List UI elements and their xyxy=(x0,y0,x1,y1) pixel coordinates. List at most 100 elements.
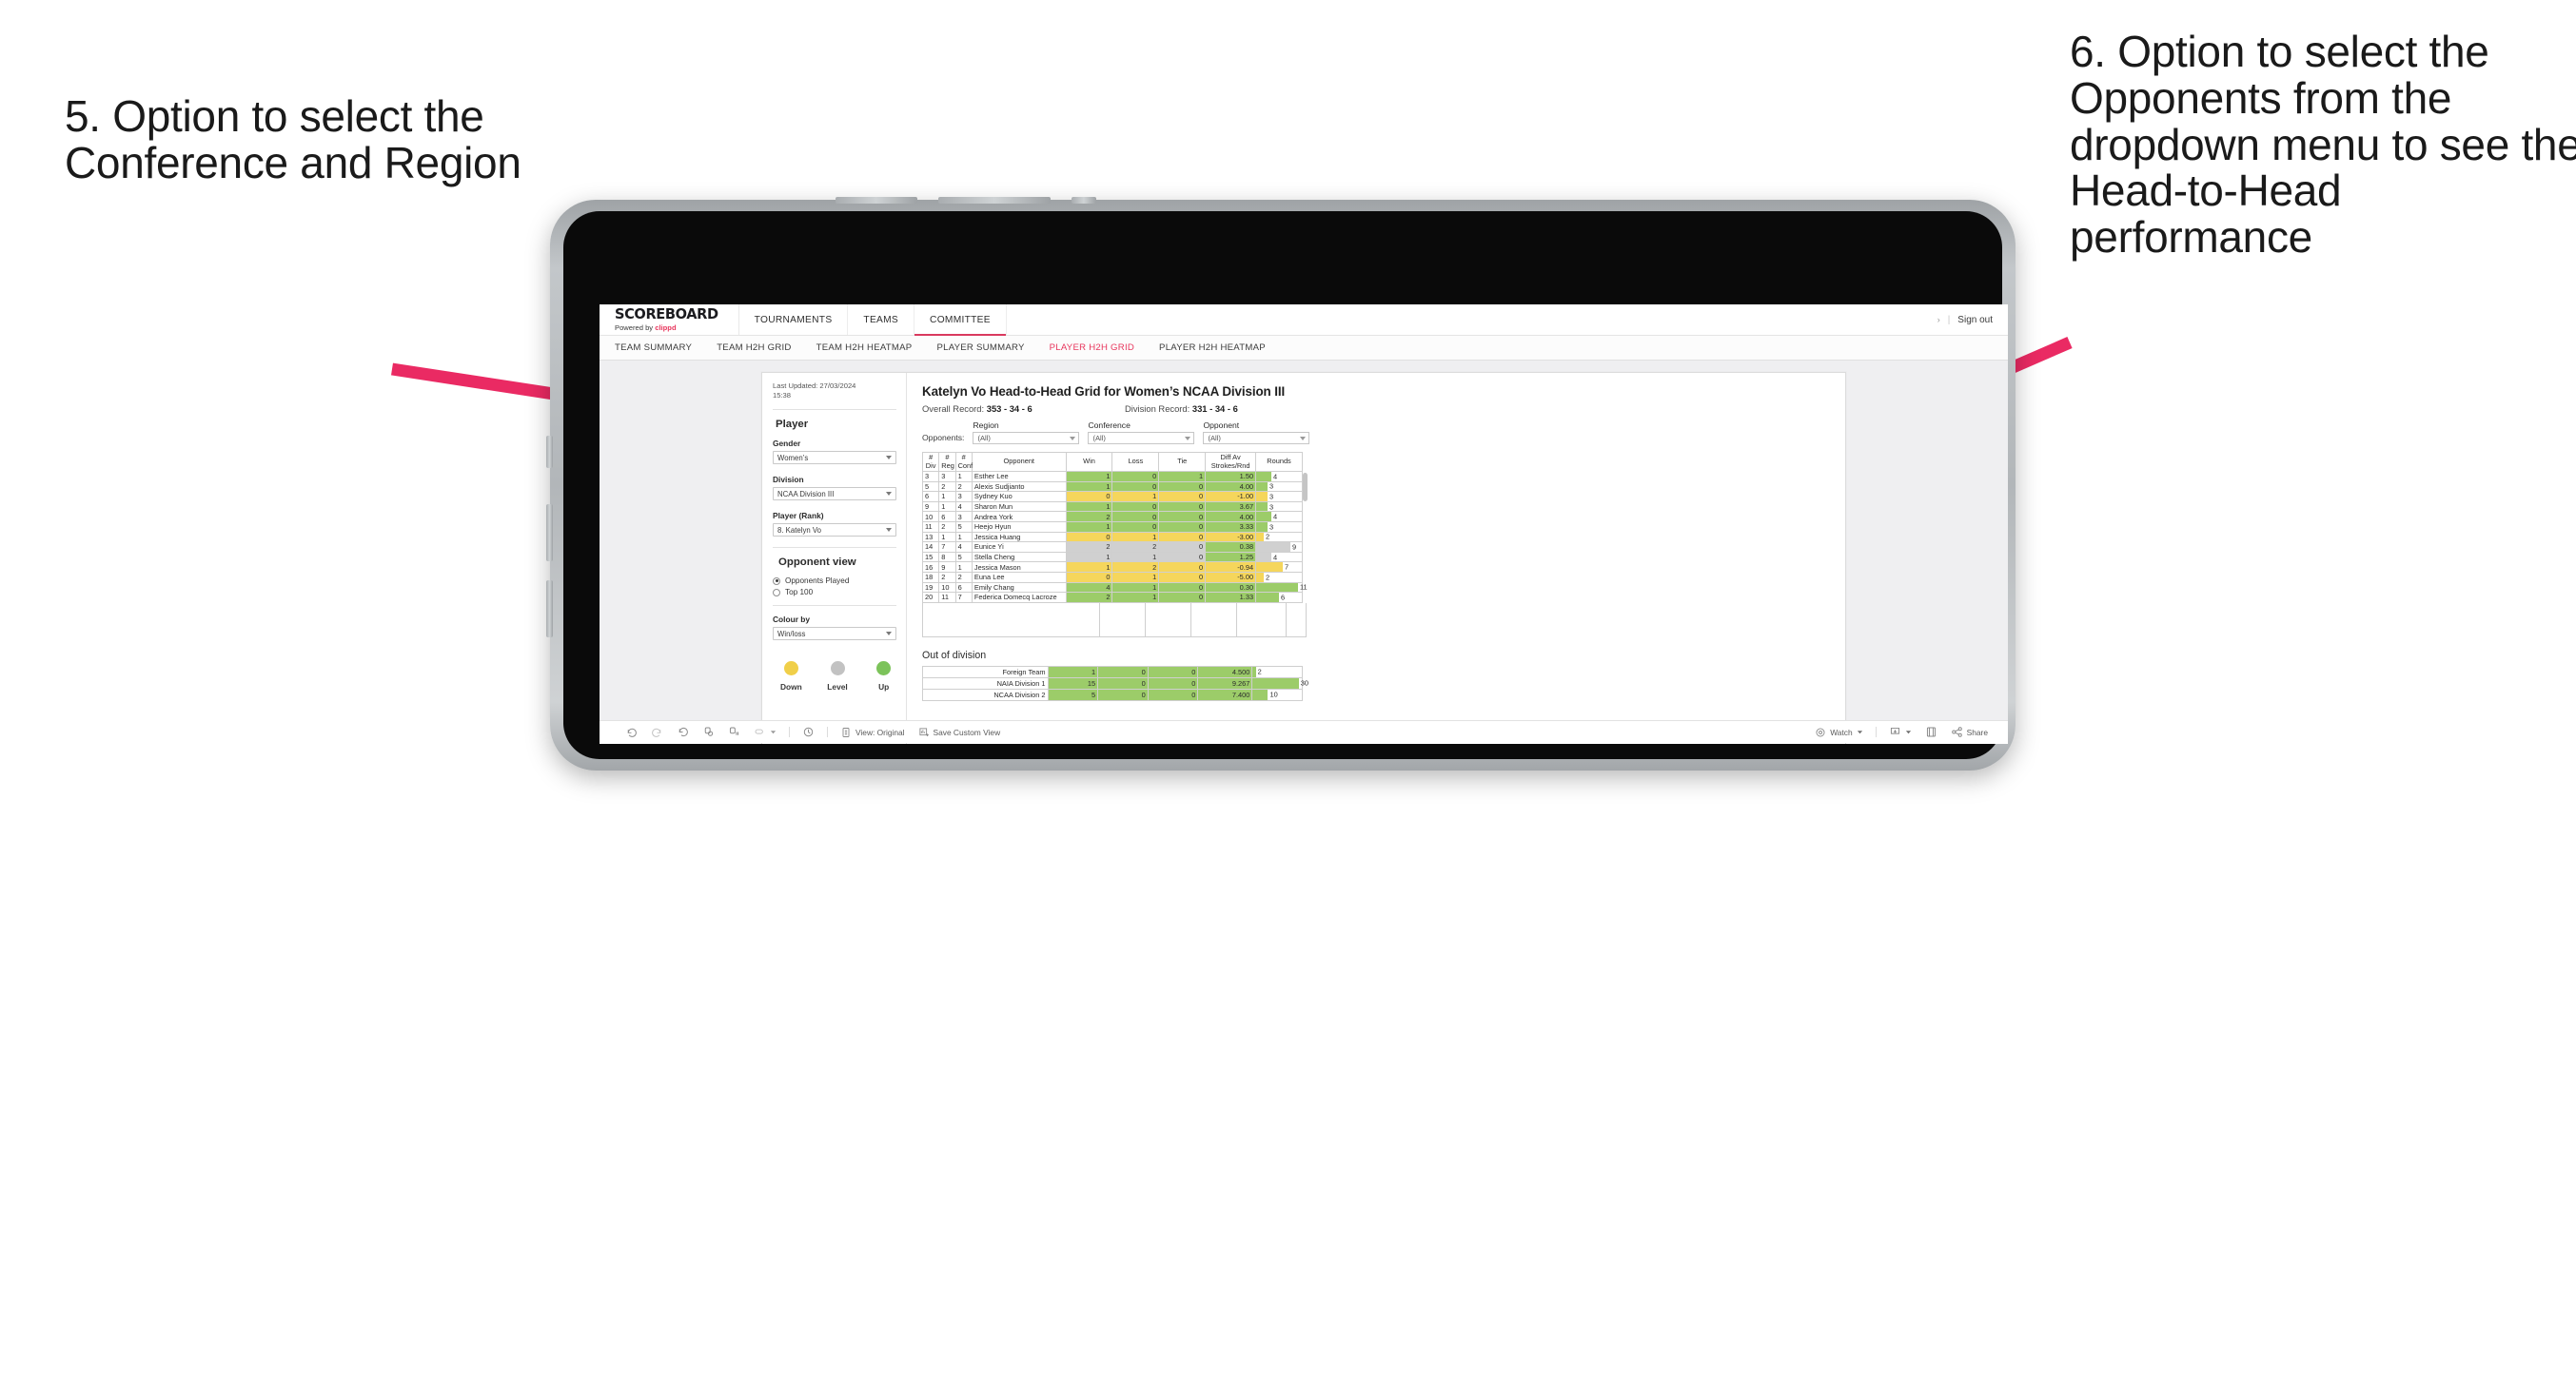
table-row[interactable]: 6 1 3 Sydney Kuo 0 1 0 -1.00 3 xyxy=(921,491,1303,502)
region-select[interactable]: (All) xyxy=(973,432,1080,444)
revert-button[interactable] xyxy=(670,726,696,738)
scoreboard-app-viewport: SCOREBOARD Powered by clippd TOURNAMENTS… xyxy=(600,304,2008,744)
rounds-bar xyxy=(1252,677,1299,689)
cell-tie: 0 xyxy=(1147,665,1199,678)
cell-diff-av-strokes: 1.33 xyxy=(1205,592,1257,603)
column-header-conf[interactable]: # Conf xyxy=(954,452,973,472)
device-button-top-1 xyxy=(836,197,917,204)
brand-powered-prefix: Powered by xyxy=(615,323,656,333)
sign-out-label[interactable]: Sign out xyxy=(1957,315,1993,325)
table-row[interactable]: 16 9 1 Jessica Mason 1 2 0 -0.94 7 xyxy=(921,561,1303,573)
cell-loss: 1 xyxy=(1111,551,1160,563)
watch-button[interactable]: Watch xyxy=(1808,727,1869,738)
table-row[interactable]: 15 8 5 Stella Cheng 1 1 0 1.25 4 xyxy=(921,551,1303,563)
column-header-reg[interactable]: # Reg xyxy=(938,452,956,472)
colour-by-select[interactable]: Win/loss xyxy=(773,627,896,641)
view-original-button[interactable]: View: Original xyxy=(834,727,912,738)
rounds-bar xyxy=(1256,532,1265,542)
cell-win: 1 xyxy=(1065,480,1113,493)
gender-select[interactable]: Women’s xyxy=(773,451,896,465)
cell-loss: 1 xyxy=(1111,592,1160,603)
cell-diff-av-strokes: -3.00 xyxy=(1205,531,1257,543)
division-filter-group: Division NCAA Division III xyxy=(773,475,896,501)
cell-reg: 2 xyxy=(938,571,956,583)
radio-top-100[interactable]: Top 100 xyxy=(773,588,896,596)
division-select[interactable]: NCAA Division III xyxy=(773,487,896,501)
pause-auto-update-icon-button[interactable] xyxy=(796,726,821,738)
redo-button[interactable] xyxy=(644,726,670,738)
tab-team-h2h-grid[interactable]: TEAM H2H GRID xyxy=(717,342,791,353)
player-rank-select[interactable]: 8. Katelyn Vo xyxy=(773,523,896,537)
table-row[interactable]: 14 7 4 Eunice Yi 2 2 0 0.38 9 xyxy=(921,541,1303,553)
nav-item-teams[interactable]: TEAMS xyxy=(848,304,915,335)
table-row[interactable]: 18 2 2 Euna Lee 0 1 0 -5.00 2 xyxy=(921,571,1303,583)
conference-select[interactable]: (All) xyxy=(1088,432,1195,444)
cell-win: 5 xyxy=(1047,688,1099,701)
undo-button[interactable] xyxy=(619,726,644,738)
cell-conf: 3 xyxy=(954,511,973,522)
table-row[interactable]: 13 1 1 Jessica Huang 0 1 0 -3.00 2 xyxy=(921,531,1303,543)
cell-diff-av-strokes: 9.267 xyxy=(1197,676,1253,690)
share-button[interactable]: Share xyxy=(1944,726,1995,738)
column-header-opponent[interactable]: Opponent xyxy=(971,452,1067,472)
tab-team-h2h-heatmap[interactable]: TEAM H2H HEATMAP xyxy=(816,342,913,353)
save-custom-view-button[interactable]: Save Custom View xyxy=(912,727,1008,738)
rounds-bar xyxy=(1256,521,1268,532)
tab-player-summary[interactable]: PLAYER SUMMARY xyxy=(936,342,1024,353)
column-header-win[interactable]: Win xyxy=(1065,452,1113,472)
tab-player-h2h-heatmap[interactable]: PLAYER H2H HEATMAP xyxy=(1159,342,1266,353)
cell-conf: 1 xyxy=(954,531,973,543)
sign-out-area[interactable]: › | Sign out xyxy=(1922,304,2008,335)
cell-rounds: 9 xyxy=(1255,541,1303,553)
column-header-tie[interactable]: Tie xyxy=(1158,452,1207,472)
brand-logo[interactable]: SCOREBOARD Powered by clippd xyxy=(600,304,739,335)
table-row[interactable]: 5 2 2 Alexis Sudjianto 1 0 0 4.00 3 xyxy=(921,480,1303,493)
table-row[interactable]: 9 1 4 Sharon Mun 1 0 0 3.67 3 xyxy=(921,500,1303,513)
radio-icon-selected xyxy=(773,576,780,585)
fullscreen-button[interactable] xyxy=(1918,726,1944,738)
rounds-value: 10 xyxy=(1269,690,1278,699)
pause-updates-button[interactable] xyxy=(721,726,747,738)
cell-reg: 10 xyxy=(938,581,956,594)
radio-opponents-played[interactable]: Opponents Played xyxy=(773,576,896,585)
column-header-div[interactable]: # Div xyxy=(921,452,940,472)
table-row[interactable]: 20 11 7 Federica Domecq Lacroze 2 1 0 1.33 6 xyxy=(921,592,1303,603)
chevron-down-icon xyxy=(886,492,892,497)
rounds-bar xyxy=(1256,562,1284,572)
nav-item-tournaments[interactable]: TOURNAMENTS xyxy=(739,304,849,335)
tab-player-h2h-grid[interactable]: PLAYER H2H GRID xyxy=(1050,342,1134,353)
column-header-diff-av-strokes-rnd[interactable]: Diff Av Strokes/Rnd xyxy=(1205,452,1257,472)
cell-tie: 0 xyxy=(1158,581,1207,594)
share-label: Share xyxy=(1966,727,1988,737)
cell-conf: 1 xyxy=(954,471,973,482)
vertical-scrollbar-thumb[interactable] xyxy=(1303,473,1308,501)
cell-div: 19 xyxy=(921,581,940,594)
table-row[interactable]: Foreign Team 1 0 0 4.500 2 xyxy=(922,665,1303,678)
table-row[interactable]: 11 2 5 Heejo Hyun 1 0 0 3.33 3 xyxy=(921,520,1303,533)
highlight-dropdown-button[interactable] xyxy=(747,726,783,738)
table-row[interactable]: 19 10 6 Emily Chang 4 1 0 0.30 11 xyxy=(921,581,1308,594)
table-row[interactable]: 3 3 1 Esther Lee 1 0 1 1.50 4 xyxy=(921,471,1303,482)
radio-opponents-played-label: Opponents Played xyxy=(785,576,850,586)
cell-div: 6 xyxy=(921,491,940,502)
legend-dot-level xyxy=(830,661,845,676)
column-header-rounds[interactable]: Rounds xyxy=(1255,452,1303,472)
column-header-loss[interactable]: Loss xyxy=(1111,452,1160,472)
chevron-down-icon xyxy=(1857,731,1862,734)
device-button-volume-down xyxy=(546,580,553,637)
region-value: (All) xyxy=(977,434,991,442)
cell-opponent: Emily Chang xyxy=(971,581,1067,594)
nav-item-committee[interactable]: COMMITTEE xyxy=(914,304,1007,336)
opponent-select[interactable]: (All) xyxy=(1203,432,1310,444)
cell-reg: 9 xyxy=(938,561,956,573)
tab-team-summary[interactable]: TEAM SUMMARY xyxy=(615,342,692,353)
download-button[interactable] xyxy=(1882,726,1918,738)
cell-reg: 1 xyxy=(938,531,956,543)
refresh-data-button[interactable] xyxy=(696,726,721,738)
spacer-cell xyxy=(1191,602,1237,636)
table-row[interactable]: NAIA Division 1 15 0 0 9.267 30 xyxy=(922,676,1308,690)
table-row[interactable]: 10 6 3 Andrea York 2 0 0 4.00 4 xyxy=(921,511,1303,522)
conference-label: Conference xyxy=(1088,420,1131,430)
table-row[interactable]: NCAA Division 2 5 0 0 7.400 10 xyxy=(922,688,1303,701)
cell-reg: 8 xyxy=(938,551,956,563)
